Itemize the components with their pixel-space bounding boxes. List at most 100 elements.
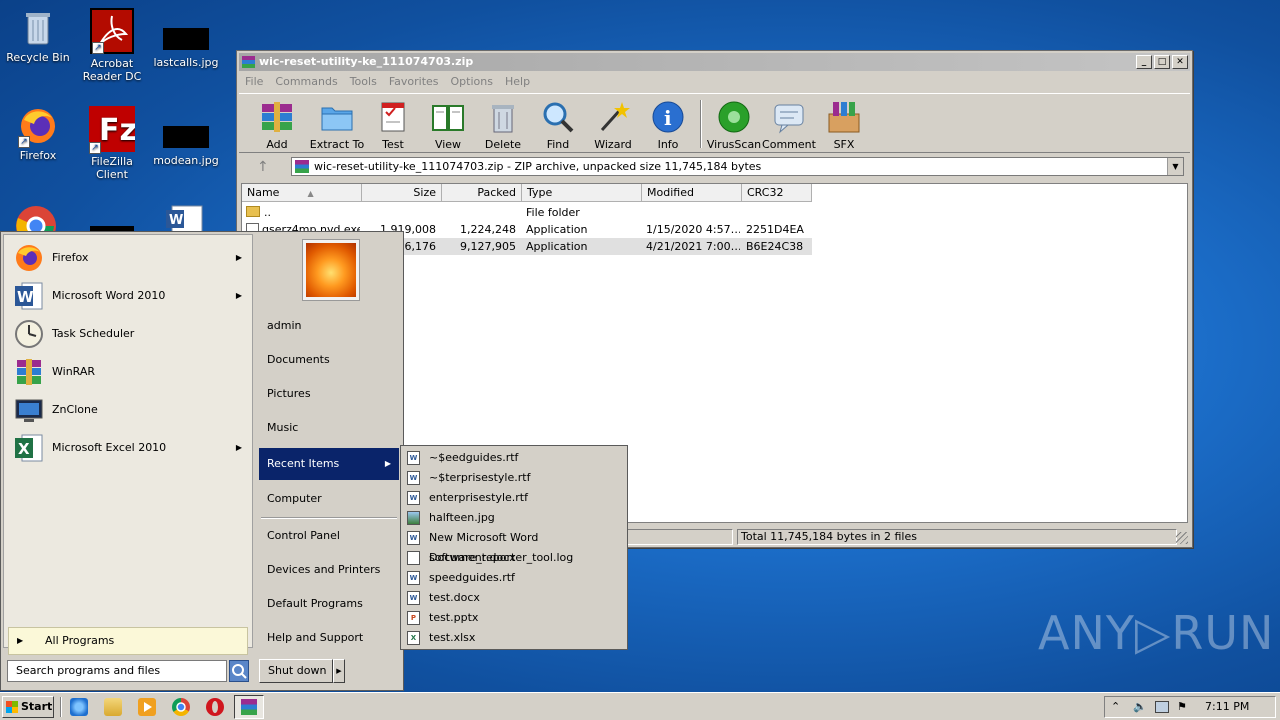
recent-item[interactable]: W New Microsoft Word Document.docx (403, 528, 625, 564)
maximize-button[interactable]: □ (1154, 55, 1170, 69)
program-znclone[interactable]: ZnClone (10, 393, 250, 427)
network-icon[interactable] (1155, 701, 1169, 713)
search-input[interactable]: Search programs and files (7, 660, 227, 682)
delete-button[interactable]: Delete (475, 98, 531, 151)
view-button[interactable]: View (420, 98, 476, 151)
svg-text:i: i (664, 106, 672, 130)
recent-item[interactable]: W ~$terprisestyle.rtf (403, 468, 625, 488)
clock[interactable]: 7:11 PM (1205, 697, 1249, 717)
add-button[interactable]: Add (249, 98, 305, 151)
show-hidden-icons-arrow-icon[interactable]: ⌃ (1111, 697, 1120, 717)
extract-to-button[interactable]: Extract To (307, 98, 367, 151)
desktop-icon-modean[interactable]: modean.jpg (148, 106, 224, 167)
column-header-size[interactable]: Size (362, 184, 442, 202)
explorer-folder-icon[interactable] (104, 698, 122, 716)
menu-file[interactable]: File (245, 75, 263, 88)
svg-text:X: X (18, 440, 30, 458)
recent-item[interactable]: Wspeedguides.rtf (403, 568, 625, 588)
tool-label: Delete (484, 138, 522, 151)
archive-path-field[interactable]: wic-reset-utility-ke_111074703.zip - ZIP… (291, 157, 1184, 176)
title-bar[interactable]: wic-reset-utility-ke_111074703.zip _ □ ✕ (239, 53, 1190, 71)
menu-item-music[interactable]: Music (259, 413, 399, 443)
menu-commands[interactable]: Commands (275, 75, 337, 88)
all-programs-button[interactable]: ▶ All Programs (8, 627, 248, 655)
ie-icon[interactable] (70, 698, 88, 716)
menu-item-pictures[interactable]: Pictures (259, 379, 399, 409)
menu-item-admin[interactable]: admin (259, 311, 399, 341)
menu-item-default-programs[interactable]: Default Programs (259, 589, 399, 619)
menu-divider (261, 517, 397, 519)
menu-help[interactable]: Help (505, 75, 530, 88)
chrome-icon[interactable] (172, 698, 190, 716)
recent-item[interactable]: Ptest.pptx (403, 608, 625, 628)
start-menu-right-pane: admin Documents Pictures Music Recent It… (255, 232, 403, 692)
program-firefox[interactable]: Firefox ▶ (10, 241, 250, 275)
shutdown-button[interactable]: Shut down (259, 659, 333, 683)
menu-tools[interactable]: Tools (350, 75, 377, 88)
resize-grip-icon[interactable] (1176, 532, 1188, 544)
program-word[interactable]: W Microsoft Word 2010 ▶ (10, 279, 250, 313)
shutdown-options-arrow-icon[interactable]: ▶ (333, 659, 345, 683)
table-row[interactable]: .. File folder (242, 204, 812, 221)
word-doc-icon[interactable]: W (164, 204, 208, 232)
desktop-icon-firefox[interactable]: ↗ Firefox (0, 106, 76, 162)
menu-item-documents[interactable]: Documents (259, 345, 399, 375)
recent-item[interactable]: W ~$eedguides.rtf (403, 448, 625, 468)
column-header-name[interactable]: Name ▲ (242, 184, 362, 202)
status-total: Total 11,745,184 bytes in 2 files (737, 529, 1177, 545)
program-winrar[interactable]: WinRAR (10, 355, 250, 389)
taskbar-winrar-button[interactable] (234, 695, 264, 719)
chrome-icon[interactable] (14, 204, 58, 234)
close-button[interactable]: ✕ (1172, 55, 1188, 69)
column-header-packed[interactable]: Packed (442, 184, 522, 202)
dropdown-arrow-icon[interactable]: ▼ (1167, 158, 1183, 175)
menu-options[interactable]: Options (451, 75, 493, 88)
wizard-button[interactable]: Wizard (585, 98, 641, 151)
desktop-icon-lastcalls[interactable]: lastcalls.jpg (148, 8, 224, 69)
row-crc: B6E24C38 (746, 240, 804, 253)
media-player-icon[interactable] (138, 698, 156, 716)
up-arrow-icon[interactable]: ↑ (257, 159, 269, 175)
desktop-icon-recycle-bin[interactable]: Recycle Bin (0, 8, 76, 64)
menu-item-recent-items[interactable]: Recent Items ▶ (259, 448, 399, 480)
tool-label: SFX (833, 138, 855, 151)
recent-item[interactable]: halfteen.jpg (403, 508, 625, 528)
row-modified: 1/15/2020 4:57… (646, 223, 740, 236)
volume-icon[interactable]: 🔈 (1133, 697, 1147, 717)
program-task-scheduler[interactable]: Task Scheduler (10, 317, 250, 351)
search-icon[interactable] (229, 660, 249, 682)
comment-button[interactable]: Comment (761, 98, 817, 151)
program-excel[interactable]: X Microsoft Excel 2010 ▶ (10, 431, 250, 465)
menu-item-control-panel[interactable]: Control Panel (259, 521, 399, 551)
recent-item[interactable]: software_reporter_tool.log (403, 548, 625, 568)
find-button[interactable]: Find (530, 98, 586, 151)
action-center-flag-icon[interactable]: ⚑ (1177, 697, 1187, 717)
desktop-icon-acrobat[interactable]: ↗ Acrobat Reader DC (74, 8, 150, 83)
menu-item-devices-printers[interactable]: Devices and Printers (259, 555, 399, 585)
info-button[interactable]: i Info (640, 98, 696, 151)
menu-favorites[interactable]: Favorites (389, 75, 439, 88)
image-file-icon (407, 511, 420, 525)
column-header-modified[interactable]: Modified (642, 184, 742, 202)
recent-item[interactable]: Xtest.xlsx (403, 628, 625, 648)
row-type: Application (526, 223, 588, 236)
column-header-crc[interactable]: CRC32 (742, 184, 812, 202)
taskbar: Start ⌃ 🔈 ⚑ 7:11 PM (0, 692, 1280, 720)
recent-item[interactable]: Wtest.docx (403, 588, 625, 608)
desktop-icon-filezilla[interactable]: Fz ↗ FileZilla Client (74, 106, 150, 181)
tool-label: Find (546, 138, 570, 151)
test-button[interactable]: Test (365, 98, 421, 151)
opera-icon[interactable] (206, 698, 224, 716)
menu-item-computer[interactable]: Computer (259, 484, 399, 514)
virusscan-button[interactable]: VirusScan (704, 98, 764, 151)
start-button[interactable]: Start (2, 696, 54, 718)
recent-item[interactable]: Wenterprisestyle.rtf (403, 488, 625, 508)
excel-file-icon: X (407, 631, 420, 645)
recycle-bin-icon (18, 8, 58, 48)
tool-label: Comment (762, 138, 816, 151)
menu-item-help-support[interactable]: Help and Support (259, 623, 399, 653)
minimize-button[interactable]: _ (1136, 55, 1152, 69)
user-picture-avatar[interactable] (303, 240, 359, 300)
column-header-type[interactable]: Type (522, 184, 642, 202)
sfx-button[interactable]: SFX (816, 98, 872, 151)
